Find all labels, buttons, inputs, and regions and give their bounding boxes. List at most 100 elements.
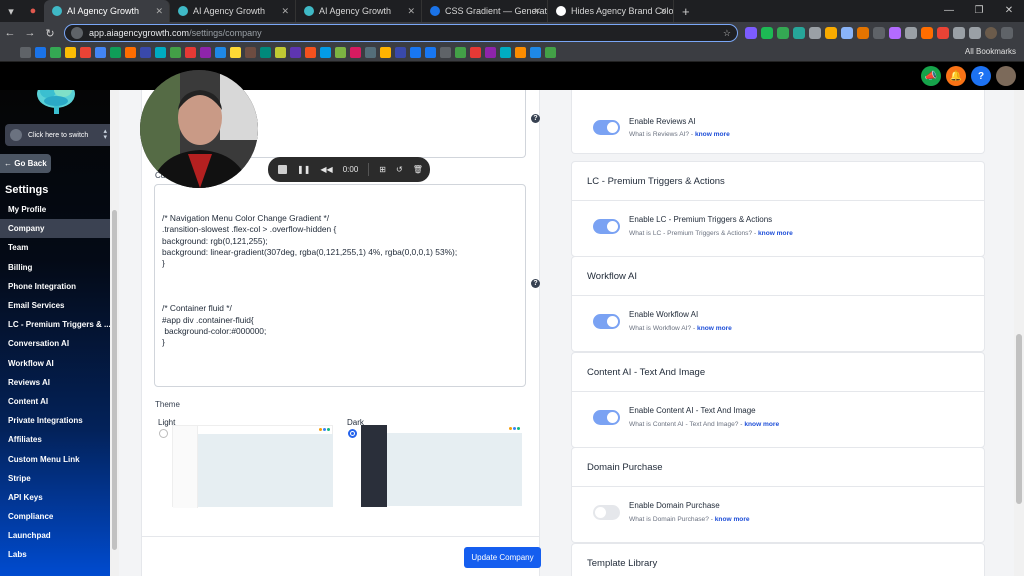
theme-light-preview[interactable] bbox=[172, 425, 333, 508]
megaphone-icon[interactable]: 📣 bbox=[921, 66, 941, 86]
bookmark-icon[interactable] bbox=[245, 47, 256, 58]
sidebar-item-premium-triggers[interactable]: LC - Premium Triggers & ... bbox=[0, 315, 110, 334]
sidebar-item-workflow-ai[interactable]: Workflow AI bbox=[0, 354, 110, 373]
bookmark-icon[interactable] bbox=[395, 47, 406, 58]
bookmark-icon[interactable] bbox=[110, 47, 121, 58]
url-input[interactable]: app.aiagencygrowth.com/settings/company … bbox=[64, 24, 738, 42]
bookmark-icon[interactable] bbox=[260, 47, 271, 58]
trash-icon[interactable]: 🗑 bbox=[413, 165, 423, 174]
sidebar-item-private-integrations[interactable]: Private Integrations bbox=[0, 411, 110, 430]
bookmark-icon[interactable] bbox=[125, 47, 136, 58]
bookmark-icon[interactable] bbox=[275, 47, 286, 58]
extension-icon[interactable] bbox=[857, 27, 869, 39]
extension-icon[interactable] bbox=[825, 27, 837, 39]
page-scrollbar[interactable] bbox=[1014, 90, 1024, 576]
user-avatar[interactable] bbox=[996, 66, 1016, 86]
bookmark-icon[interactable] bbox=[500, 47, 511, 58]
bookmark-icon[interactable] bbox=[140, 47, 151, 58]
bookmark-icon[interactable] bbox=[35, 47, 46, 58]
pause-icon[interactable]: ❚❚ bbox=[297, 165, 310, 174]
extension-icon[interactable] bbox=[905, 27, 917, 39]
bookmark-icon[interactable] bbox=[95, 47, 106, 58]
bookmark-icon[interactable] bbox=[515, 47, 526, 58]
notification-bell-icon[interactable]: 🔔 bbox=[946, 66, 966, 86]
extension-icon[interactable] bbox=[841, 27, 853, 39]
sidebar-item-my-profile[interactable]: My Profile bbox=[0, 200, 110, 219]
sidebar-toggle-icon[interactable] bbox=[969, 27, 981, 39]
content-ai-toggle[interactable] bbox=[593, 410, 620, 425]
bookmark-icon[interactable] bbox=[410, 47, 421, 58]
rewind-icon[interactable]: ◀◀ bbox=[320, 165, 332, 174]
restore-icon[interactable]: ❐ bbox=[964, 0, 994, 22]
bookmark-icon[interactable] bbox=[545, 47, 556, 58]
domain-purchase-toggle[interactable] bbox=[593, 505, 620, 520]
extension-icon[interactable] bbox=[761, 27, 773, 39]
theme-dark-preview[interactable] bbox=[361, 425, 522, 507]
sidebar-item-conversation-ai[interactable]: Conversation AI bbox=[0, 334, 110, 353]
bookmark-icon[interactable] bbox=[320, 47, 331, 58]
extension-icon[interactable] bbox=[937, 27, 949, 39]
close-tab-icon[interactable]: ✕ bbox=[407, 6, 415, 17]
bookmark-icon[interactable] bbox=[425, 47, 436, 58]
bookmark-icon[interactable] bbox=[230, 47, 241, 58]
bookmark-icon[interactable] bbox=[80, 47, 91, 58]
bookmark-icon[interactable] bbox=[305, 47, 316, 58]
new-tab-button[interactable]: + bbox=[674, 4, 698, 19]
know-more-link[interactable]: know more bbox=[758, 230, 793, 237]
sidebar-item-content-ai[interactable]: Content AI bbox=[0, 392, 110, 411]
close-window-icon[interactable]: ✕ bbox=[994, 0, 1024, 22]
help-icon[interactable]: ? bbox=[971, 66, 991, 86]
grid-icon[interactable]: ⊞ bbox=[379, 165, 386, 174]
bookmark-icon[interactable] bbox=[380, 47, 391, 58]
bookmark-icon[interactable] bbox=[155, 47, 166, 58]
browser-tab[interactable]: AI Agency Growth ✕ bbox=[170, 0, 296, 22]
account-switcher[interactable]: Click here to switch ▴ ▾ bbox=[5, 124, 110, 146]
close-tab-icon[interactable]: ✕ bbox=[659, 6, 667, 17]
extension-icon[interactable] bbox=[873, 27, 885, 39]
scrollbar-thumb[interactable] bbox=[1016, 334, 1022, 504]
browser-tab[interactable]: CSS Gradient — Generator, Ma ✕ bbox=[422, 0, 548, 22]
bookmark-icon[interactable] bbox=[350, 47, 361, 58]
workflow-ai-toggle[interactable] bbox=[593, 314, 620, 329]
extension-icon[interactable] bbox=[809, 27, 821, 39]
update-company-button[interactable]: Update Company bbox=[464, 547, 541, 568]
bookmark-icon[interactable] bbox=[440, 47, 451, 58]
bookmark-icon[interactable] bbox=[455, 47, 466, 58]
help-icon[interactable]: ? bbox=[531, 279, 540, 288]
bookmark-icon[interactable] bbox=[530, 47, 541, 58]
extension-icon[interactable] bbox=[921, 27, 933, 39]
help-icon[interactable]: ? bbox=[531, 114, 540, 123]
bookmark-icon[interactable] bbox=[215, 47, 226, 58]
forward-arrow-icon[interactable]: → bbox=[20, 27, 40, 39]
sidebar-item-billing[interactable]: Billing bbox=[0, 258, 110, 277]
sidebar-item-email-services[interactable]: Email Services bbox=[0, 296, 110, 315]
sidebar-item-stripe[interactable]: Stripe bbox=[0, 469, 110, 488]
sidebar-item-labs[interactable]: Labs bbox=[0, 545, 110, 564]
bookmark-icon[interactable] bbox=[365, 47, 376, 58]
sidebar-item-team[interactable]: Team bbox=[0, 238, 110, 257]
media-icon[interactable]: ● bbox=[22, 0, 44, 22]
stop-icon[interactable] bbox=[278, 165, 287, 174]
know-more-link[interactable]: know more bbox=[715, 516, 750, 523]
bookmark-icon[interactable] bbox=[185, 47, 196, 58]
browser-tab[interactable]: Hides Agency Brand Colors - A ✕ bbox=[548, 0, 674, 22]
scrollbar-thumb[interactable] bbox=[112, 210, 117, 550]
sidebar-item-custom-menu-link[interactable]: Custom Menu Link bbox=[0, 449, 110, 468]
minimize-icon[interactable]: — bbox=[934, 0, 964, 22]
sidebar-item-company[interactable]: Company bbox=[0, 219, 110, 239]
bookmark-icon[interactable] bbox=[50, 47, 61, 58]
browser-tab[interactable]: AI Agency Growth ✕ bbox=[296, 0, 422, 22]
sidebar-item-launchpad[interactable]: Launchpad bbox=[0, 526, 110, 545]
theme-light-radio[interactable] bbox=[159, 429, 168, 438]
custom-css-textarea[interactable]: /* Navigation Menu Color Change Gradient… bbox=[154, 184, 526, 387]
reload-icon[interactable]: ↻ bbox=[40, 27, 60, 40]
profile-avatar-icon[interactable] bbox=[985, 27, 997, 39]
site-info-icon[interactable] bbox=[71, 27, 83, 39]
bookmark-icon[interactable] bbox=[290, 47, 301, 58]
bookmark-icon[interactable] bbox=[485, 47, 496, 58]
all-bookmarks-link[interactable]: All Bookmarks bbox=[965, 47, 1016, 56]
bookmark-icon[interactable] bbox=[470, 47, 481, 58]
close-tab-icon[interactable]: ✕ bbox=[155, 6, 163, 17]
bookmark-star-icon[interactable]: ☆ bbox=[723, 28, 731, 39]
sidebar-item-api-keys[interactable]: API Keys bbox=[0, 488, 110, 507]
